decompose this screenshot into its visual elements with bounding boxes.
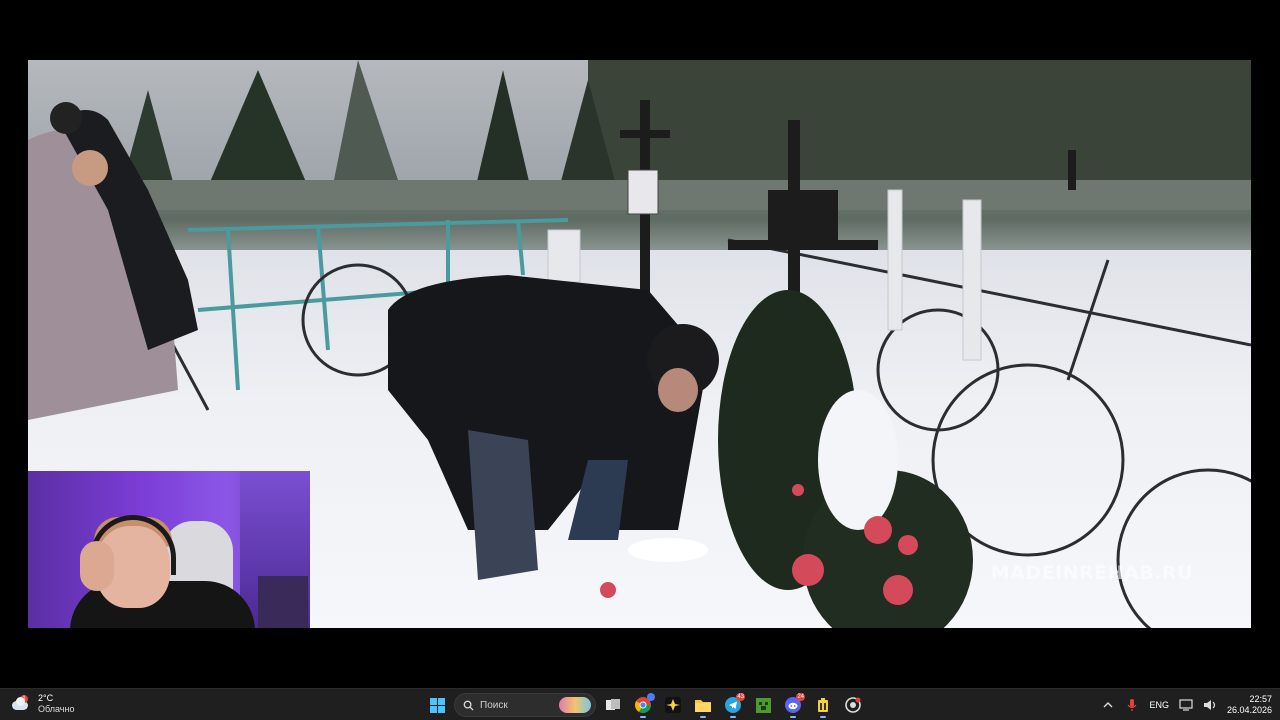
webcam-streamer-hand (80, 541, 114, 591)
chevron-up-icon[interactable] (1101, 698, 1115, 712)
weather-text: 2°C Облачно (38, 693, 74, 715)
discord-badge: 24 (796, 693, 805, 701)
windows-logo-icon (429, 697, 445, 713)
taskbar-obs[interactable] (660, 692, 686, 718)
desktop-screen: MADEINREHAB.RU (0, 0, 1280, 688)
system-tray: ENG 22:57 26.04.2026 (1101, 691, 1272, 719)
search-icon (463, 700, 474, 711)
webcam-box (258, 576, 308, 628)
network-icon[interactable] (1179, 698, 1193, 712)
search-highlight-icon (559, 697, 591, 713)
task-view-button[interactable] (600, 692, 626, 718)
webcam-overlay (28, 471, 310, 628)
taskbar: 1 2°C Облачно Поиск 43 24 ENG 22:57 26.0… (0, 688, 1280, 720)
taskbar-telegram[interactable]: 43 (720, 692, 746, 718)
taskbar-minecraft[interactable] (750, 692, 776, 718)
battery-app-icon (818, 698, 828, 712)
telegram-badge: 43 (736, 693, 745, 701)
taskbar-chrome[interactable] (630, 692, 656, 718)
taskbar-center: Поиск 43 24 (424, 692, 866, 718)
star-app-icon (665, 697, 681, 713)
taskbar-explorer[interactable] (690, 692, 716, 718)
search-placeholder: Поиск (480, 699, 508, 711)
weather-temp: 2°C (38, 693, 54, 703)
microphone-icon[interactable] (1125, 698, 1139, 712)
folder-icon (695, 700, 711, 712)
cloud-icon: 1 (12, 695, 30, 711)
clock[interactable]: 22:57 26.04.2026 (1227, 694, 1272, 716)
language-indicator[interactable]: ENG (1149, 700, 1169, 710)
clock-time: 22:57 (1249, 694, 1272, 704)
taskbar-search[interactable]: Поиск (454, 693, 596, 717)
clock-date: 26.04.2026 (1226, 705, 1272, 715)
volume-icon[interactable] (1203, 698, 1217, 712)
weather-widget[interactable]: 1 2°C Облачно (12, 693, 74, 715)
task-view-icon (606, 699, 620, 710)
chrome-badge (647, 693, 655, 701)
weather-badge: 1 (20, 695, 28, 703)
taskbar-app[interactable] (810, 692, 836, 718)
start-button[interactable] (424, 692, 450, 718)
video-watermark: MADEINREHAB.RU (990, 562, 1193, 584)
weather-desc: Облачно (38, 704, 75, 714)
taskbar-record[interactable] (840, 692, 866, 718)
taskbar-discord[interactable]: 24 (780, 692, 806, 718)
record-icon (845, 697, 861, 713)
minecraft-icon (755, 697, 771, 713)
video-player[interactable]: MADEINREHAB.RU (28, 60, 1251, 628)
